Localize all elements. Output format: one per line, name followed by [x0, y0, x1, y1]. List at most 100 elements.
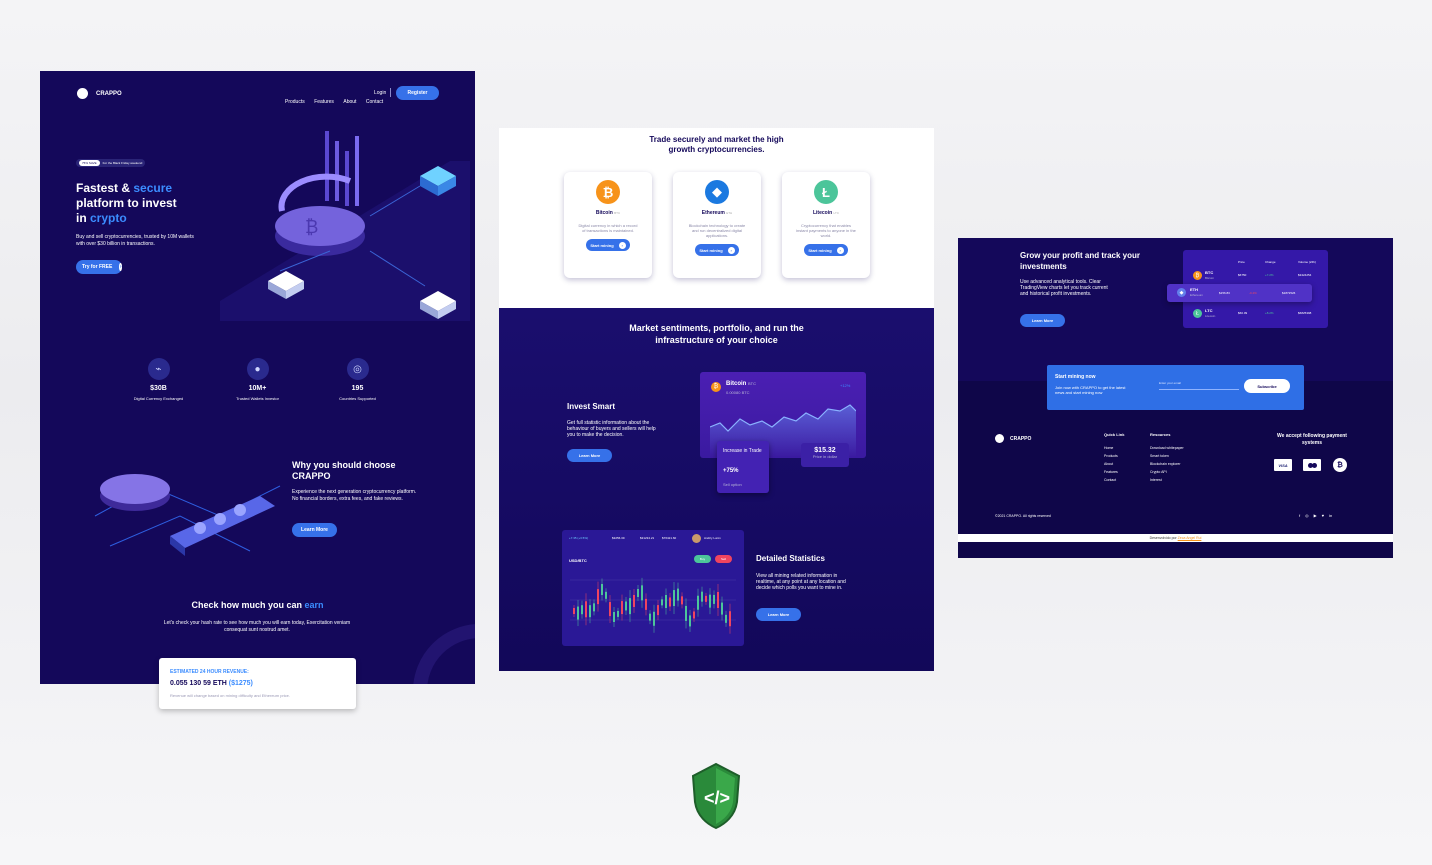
- instagram-icon[interactable]: ◎: [1305, 513, 1309, 518]
- nav-features[interactable]: Features: [314, 99, 334, 105]
- footer-link[interactable]: Crypto API: [1150, 468, 1184, 476]
- footer-link[interactable]: Products: [1104, 452, 1118, 460]
- revenue-label: ESTIMATED 24 HOUR REVENUE:: [170, 669, 249, 675]
- register-button[interactable]: Register: [396, 86, 439, 100]
- stat-label: Trusted Wallets Investor: [236, 396, 279, 401]
- candle-body: [729, 611, 731, 627]
- table-row[interactable]: ₿ BTC Bitcoin $6750 +7.2% $3424254: [1193, 268, 1318, 284]
- price-label: Price in dollar: [812, 454, 838, 459]
- subscribe-title: Start mining now: [1055, 374, 1096, 380]
- linkedin-icon[interactable]: in: [1329, 513, 1332, 518]
- candle-body: [573, 608, 575, 614]
- bar-deco: [335, 141, 339, 201]
- dash-pair: USD/BTC: [569, 558, 587, 563]
- table-header: Change: [1265, 260, 1276, 264]
- nav-about[interactable]: About: [343, 99, 356, 105]
- candle-body: [717, 591, 719, 608]
- subscribe-button[interactable]: Subscribe: [1244, 379, 1290, 393]
- try-free-label: Try for FREE: [82, 264, 113, 270]
- footer-brand[interactable]: CRAPPO: [995, 434, 1031, 443]
- svg-text:</>: </>: [704, 788, 730, 808]
- promo-tag: 75% SAVE: [79, 160, 100, 166]
- footer-link[interactable]: Contact: [1104, 476, 1118, 484]
- earn-description: Let's check your hash rate to see how mu…: [163, 620, 351, 633]
- start-mining-button[interactable]: Start mining ›: [586, 239, 630, 251]
- dash-stat: $3256.39: [612, 536, 625, 540]
- bitcoin-glyph-icon: ₿: [305, 217, 318, 237]
- nav-products[interactable]: Products: [285, 99, 305, 105]
- buy-button[interactable]: Buy: [694, 555, 711, 563]
- stat-value: 195: [351, 385, 364, 392]
- sell-button[interactable]: Sell: [715, 555, 732, 563]
- author-link[interactable]: Zeca Angel Rui: [1178, 536, 1202, 540]
- email-input[interactable]: Enter your email: [1159, 381, 1181, 385]
- grow-learn-more-button[interactable]: Learn More: [1020, 314, 1065, 327]
- detail-description: View all mining related information in r…: [756, 573, 846, 591]
- resources-title: Resources: [1150, 432, 1171, 437]
- increase-trade-card: Increase in Trade +75% Sell option: [717, 441, 769, 493]
- brand-logo[interactable]: CRAPPO: [77, 88, 122, 99]
- btc-card-name: Bitcoin BTC: [726, 381, 757, 387]
- candle-body: [617, 610, 619, 617]
- detail-learn-more-button[interactable]: Learn More: [756, 608, 801, 621]
- start-mining-button[interactable]: Start mining ›: [695, 244, 739, 256]
- credit-bar: Desenvolvido por Zeca Angel Rui: [958, 534, 1393, 542]
- candle-body: [633, 594, 635, 607]
- arrow-right-icon: ›: [618, 241, 626, 249]
- nav-contact[interactable]: Contact: [366, 99, 383, 105]
- footer-link[interactable]: Smart token: [1150, 452, 1184, 460]
- stat-item: ◎ 195: [335, 358, 380, 392]
- revenue-card: ESTIMATED 24 HOUR REVENUE: 0.055 130 59 …: [159, 658, 356, 709]
- youtube-icon[interactable]: ▶: [1314, 513, 1317, 518]
- social-links: f ◎ ▶ ♥ in: [1299, 513, 1332, 518]
- candle-body: [601, 583, 603, 595]
- hero-illustration: ₿: [220, 131, 470, 321]
- footer-link[interactable]: Features: [1104, 468, 1118, 476]
- footer-link[interactable]: Blockchain explorer: [1150, 460, 1184, 468]
- coin-card-litecoin: Ł Litecoin LTC Cryptocurrency that enabl…: [782, 172, 870, 278]
- start-mining-button[interactable]: Start mining ›: [804, 244, 848, 256]
- coin-description: Blockchain technology to create and run …: [688, 223, 746, 238]
- sell-option-link[interactable]: Sell option: [723, 482, 742, 487]
- try-free-button[interactable]: Try for FREE ›: [76, 260, 122, 274]
- coin-description: Cryptocurrency that enables instant paym…: [796, 223, 856, 238]
- earn-title: Check how much you can earn: [191, 600, 324, 610]
- payment-title: We accept following payment systems: [1277, 433, 1347, 446]
- coin-card-ethereum: ◆ Ethereum ETH Blockchain technology to …: [673, 172, 761, 278]
- table-row-highlight[interactable]: ◆ ETH Ethereum $156.83 -0.4% $1872526: [1167, 284, 1312, 302]
- market-panel: Trade securely and market the high growt…: [499, 128, 934, 671]
- hero-title: Fastest & secure platform to invest in c…: [76, 181, 177, 225]
- footer-link[interactable]: Download whitepaper: [1150, 444, 1184, 452]
- quick-links: Home Products About Features Contact: [1104, 444, 1118, 484]
- increase-label: Increase in Trade: [723, 448, 762, 454]
- stat-value: 10M+: [248, 385, 267, 392]
- revenue-value: 0.055 130 59 ETH ($1275): [170, 680, 253, 687]
- facebook-icon[interactable]: f: [1299, 513, 1300, 518]
- footer-link[interactable]: Home: [1104, 444, 1118, 452]
- ethereum-icon: ◆: [705, 180, 729, 204]
- invest-learn-more-button[interactable]: Learn More: [567, 449, 612, 462]
- trading-dashboard: +7.35 (+3.5%) $3256.39 $31234.21 $76421.…: [562, 530, 744, 646]
- candle-body: [677, 588, 679, 601]
- footer-panel: Grow your profit and track your investme…: [958, 238, 1393, 558]
- candle-body: [661, 599, 663, 606]
- candle-body: [609, 602, 611, 617]
- revenue-note: Revenue will change based on mining diff…: [170, 693, 290, 698]
- hero-description: Buy and sell cryptocurrencies, trusted b…: [76, 234, 194, 247]
- candle-body: [613, 612, 615, 623]
- candle-body: [701, 591, 703, 602]
- footer-link[interactable]: Interest: [1150, 476, 1184, 484]
- sentiments-section: Market sentiments, portfolio, and run th…: [499, 308, 934, 671]
- candle-body: [657, 605, 659, 616]
- table-row[interactable]: Ł LTC Litecoin $60.09 +8.2% $6825398: [1193, 306, 1318, 322]
- bitcoin-icon: ₿: [1193, 271, 1202, 280]
- footer-link[interactable]: About: [1104, 460, 1118, 468]
- crappo-logo-icon: [995, 434, 1004, 443]
- hero-panel: CRAPPO Products Features About Contact L…: [40, 71, 475, 684]
- why-learn-more-button[interactable]: Learn More: [292, 523, 337, 537]
- twitter-icon[interactable]: ♥: [1322, 513, 1324, 518]
- bitcoin-icon: ₿: [1333, 458, 1347, 472]
- login-link[interactable]: Login: [374, 90, 386, 96]
- resource-links: Download whitepaper Smart token Blockcha…: [1150, 444, 1184, 484]
- grow-title: Grow your profit and track your investme…: [1020, 251, 1141, 271]
